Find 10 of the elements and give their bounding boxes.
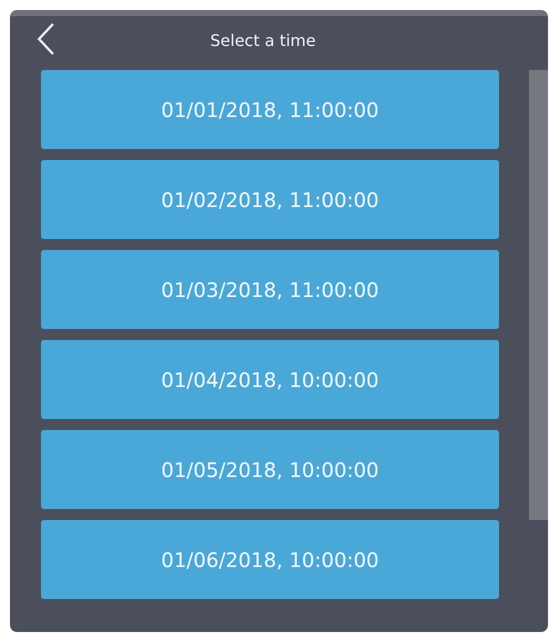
scrollbar-thumb[interactable] xyxy=(529,70,548,520)
time-option-button[interactable]: 01/06/2018, 10:00:00 xyxy=(41,520,499,599)
time-option-button[interactable]: 01/03/2018, 11:00:00 xyxy=(41,250,499,329)
back-button[interactable] xyxy=(36,22,56,56)
back-icon xyxy=(36,22,56,56)
time-option-button[interactable]: 01/02/2018, 11:00:00 xyxy=(41,160,499,239)
time-option-button[interactable]: 01/04/2018, 10:00:00 xyxy=(41,340,499,419)
time-option-button[interactable]: 01/01/2018, 11:00:00 xyxy=(41,70,499,149)
time-option-button[interactable]: 01/05/2018, 10:00:00 xyxy=(41,430,499,509)
panel-title: Select a time xyxy=(210,30,316,50)
